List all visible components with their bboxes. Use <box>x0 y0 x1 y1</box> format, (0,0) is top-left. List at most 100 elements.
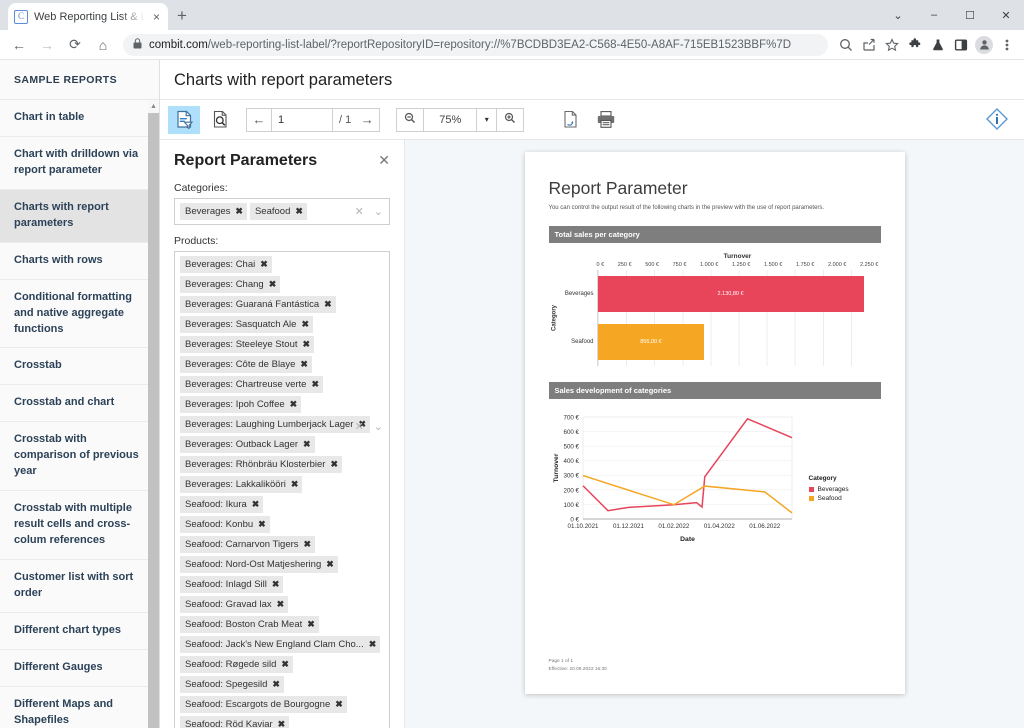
chip[interactable]: Beverages: Outback Lager ✖ <box>180 436 315 453</box>
chip[interactable]: Seafood: Inlagd Sill ✖ <box>180 576 284 593</box>
categories-dropdown-icon[interactable]: ⌄ <box>374 205 383 218</box>
chip-remove-icon[interactable]: ✖ <box>290 398 298 411</box>
zoom-in-icon[interactable] <box>497 109 523 131</box>
zoom-level-value[interactable]: 75% <box>423 108 478 131</box>
chip[interactable]: Beverages: Sasquatch Ale ✖ <box>180 316 313 333</box>
preview-search-icon[interactable] <box>204 106 236 134</box>
sidebar-item[interactable]: Chart with drilldown via report paramete… <box>0 137 159 190</box>
chip[interactable]: Beverages: Guaraná Fantástica ✖ <box>180 296 336 313</box>
chip-remove-icon[interactable]: ✖ <box>303 338 311 351</box>
sidebar-item[interactable]: Charts with report parameters <box>0 189 159 243</box>
chip[interactable]: Beverages: Ipoh Coffee ✖ <box>180 396 302 413</box>
sidebar-item[interactable]: Conditional formatting and native aggreg… <box>0 280 159 349</box>
chip[interactable]: Beverages: Chai ✖ <box>180 256 272 273</box>
report-parameters-icon[interactable] <box>168 105 200 134</box>
sidebar-item[interactable]: Different chart types <box>0 613 159 650</box>
chip[interactable]: Beverages: Chartreuse verte ✖ <box>180 376 323 393</box>
share-icon[interactable] <box>858 33 880 57</box>
chip[interactable]: Beverages: Côte de Blaye ✖ <box>180 356 312 373</box>
chip[interactable]: Seafood: Nord-Ost Matjeshering ✖ <box>180 556 338 573</box>
products-multiselect[interactable]: Beverages: Chai ✖ Beverages: Chang ✖ Beverag… <box>174 251 390 728</box>
chip[interactable]: Seafood: Boston Crab Meat ✖ <box>180 616 319 633</box>
chip-remove-icon[interactable]: ✖ <box>269 278 277 291</box>
chip-remove-icon[interactable]: ✖ <box>272 578 280 591</box>
chip[interactable]: Seafood: Spegesild ✖ <box>180 676 284 693</box>
sidebar-item[interactable]: Different Gauges <box>0 650 159 687</box>
chip[interactable]: Beverages: Lakkalikööri ✖ <box>180 476 303 493</box>
chip-remove-icon[interactable]: ✖ <box>330 458 338 471</box>
next-page-button[interactable]: → <box>355 109 379 131</box>
chip-remove-icon[interactable]: ✖ <box>311 378 319 391</box>
chip[interactable]: Seafood: Röd Kaviar ✖ <box>180 716 290 728</box>
labs-flask-icon[interactable] <box>927 33 949 57</box>
sidebar-item[interactable]: Chart in table <box>0 100 159 137</box>
chip-remove-icon[interactable]: ✖ <box>235 205 243 218</box>
bookmark-star-icon[interactable] <box>881 33 903 57</box>
tab-close-icon[interactable]: × <box>151 10 162 24</box>
sidebar-item[interactable]: Crosstab and chart <box>0 385 159 423</box>
close-window-button[interactable]: ✕ <box>988 0 1024 30</box>
chip[interactable]: Seafood: Gravad lax ✖ <box>180 596 289 613</box>
categories-clear-icon[interactable]: ✕ <box>355 205 364 218</box>
browser-menu-icon[interactable] <box>996 33 1018 57</box>
chip-remove-icon[interactable]: ✖ <box>369 638 377 651</box>
print-icon[interactable] <box>590 106 622 134</box>
chip[interactable]: Seafood: Jack's New England Clam Cho... ✖ <box>180 636 381 653</box>
chip-remove-icon[interactable]: ✖ <box>260 258 268 271</box>
browser-tab[interactable]: C Web Reporting List & Label - com × <box>8 3 168 30</box>
sidebar-item[interactable]: Charts with rows <box>0 243 159 280</box>
report-preview[interactable]: Report Parameter You can control the out… <box>405 140 1024 728</box>
page-number-input[interactable] <box>271 108 333 131</box>
chip[interactable]: Seafood: Escargots de Bourgogne ✖ <box>180 696 347 713</box>
chip-remove-icon[interactable]: ✖ <box>258 518 266 531</box>
chip-remove-icon[interactable]: ✖ <box>303 438 311 451</box>
minimize-button[interactable]: – <box>916 0 952 30</box>
home-button[interactable]: ⌂ <box>90 32 116 58</box>
chip-remove-icon[interactable]: ✖ <box>281 658 289 671</box>
search-icon[interactable] <box>835 33 857 57</box>
info-icon[interactable] <box>984 106 1010 132</box>
forward-button[interactable]: → <box>34 32 60 58</box>
scroll-up-arrow-icon[interactable]: ▲ <box>148 100 159 113</box>
zoom-out-icon[interactable] <box>397 109 423 131</box>
back-button[interactable]: ← <box>6 32 32 58</box>
new-tab-button[interactable]: + <box>168 2 196 30</box>
chip[interactable]: Seafood ✖ <box>249 203 307 220</box>
chip[interactable]: Beverages: Laughing Lumberjack Lager ✖ <box>180 416 371 433</box>
chevron-down-icon[interactable]: ⌄ <box>880 0 916 30</box>
extensions-puzzle-icon[interactable] <box>904 33 926 57</box>
chip-remove-icon[interactable]: ✖ <box>295 205 303 218</box>
sidebar-item[interactable]: Crosstab <box>0 348 159 386</box>
products-clear-icon[interactable]: ✕ <box>355 420 364 433</box>
chip[interactable]: Beverages ✖ <box>180 203 247 220</box>
previous-page-button[interactable]: ← <box>247 109 271 131</box>
chip-remove-icon[interactable]: ✖ <box>307 618 315 631</box>
address-bar[interactable]: combit.com/web-reporting-list-label/?rep… <box>123 33 828 56</box>
reload-button[interactable]: ⟳ <box>62 32 88 58</box>
sidebar-item[interactable]: Crosstab with comparison of previous yea… <box>0 422 159 492</box>
chip-remove-icon[interactable]: ✖ <box>301 318 309 331</box>
chip-remove-icon[interactable]: ✖ <box>278 718 286 728</box>
chip-remove-icon[interactable]: ✖ <box>324 298 332 311</box>
close-panel-icon[interactable]: ✕ <box>378 152 390 168</box>
sidebar-item[interactable]: Different Maps and Shapefiles <box>0 687 159 728</box>
scrollbar-thumb[interactable] <box>148 113 159 728</box>
chip[interactable]: Beverages: Steeleye Stout ✖ <box>180 336 315 353</box>
maximize-button[interactable]: ☐ <box>952 0 988 30</box>
sidebar-item[interactable]: Customer list with sort order <box>0 560 159 613</box>
chip[interactable]: Seafood: Ikura ✖ <box>180 496 264 513</box>
chip[interactable]: Beverages: Chang ✖ <box>180 276 281 293</box>
chip[interactable]: Seafood: Carnarvon Tigers ✖ <box>180 536 316 553</box>
chip-remove-icon[interactable]: ✖ <box>252 498 260 511</box>
chip-remove-icon[interactable]: ✖ <box>326 558 334 571</box>
export-icon[interactable] <box>554 106 586 134</box>
chip-remove-icon[interactable]: ✖ <box>272 678 280 691</box>
profile-avatar-icon[interactable] <box>973 33 995 57</box>
chip-remove-icon[interactable]: ✖ <box>335 698 343 711</box>
zoom-dropdown-icon[interactable]: ▾ <box>477 108 498 131</box>
sidebar-item[interactable]: Crosstab with multiple result cells and … <box>0 491 159 560</box>
chip-remove-icon[interactable]: ✖ <box>291 478 299 491</box>
chip[interactable]: Beverages: Rhönbräu Klosterbier ✖ <box>180 456 343 473</box>
categories-multiselect[interactable]: Beverages ✖ Seafood ✖ ✕ ⌄ <box>174 198 390 225</box>
split-screen-icon[interactable] <box>950 33 972 57</box>
